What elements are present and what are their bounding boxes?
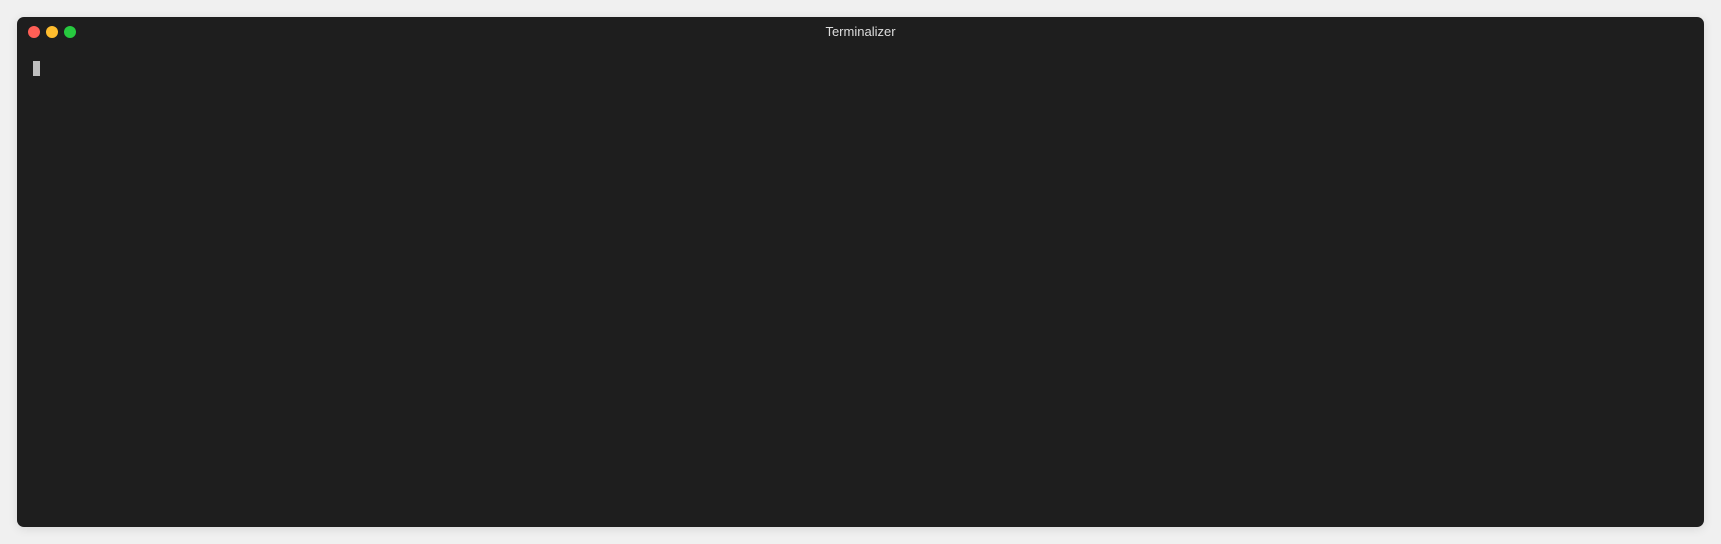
terminal-body[interactable] — [17, 47, 1704, 527]
cursor-icon — [33, 61, 40, 76]
maximize-icon[interactable] — [64, 26, 76, 38]
title-bar: Terminalizer — [17, 17, 1704, 47]
close-icon[interactable] — [28, 26, 40, 38]
terminal-window: Terminalizer — [17, 17, 1704, 527]
window-title: Terminalizer — [17, 17, 1704, 47]
minimize-icon[interactable] — [46, 26, 58, 38]
window-controls — [28, 26, 76, 38]
